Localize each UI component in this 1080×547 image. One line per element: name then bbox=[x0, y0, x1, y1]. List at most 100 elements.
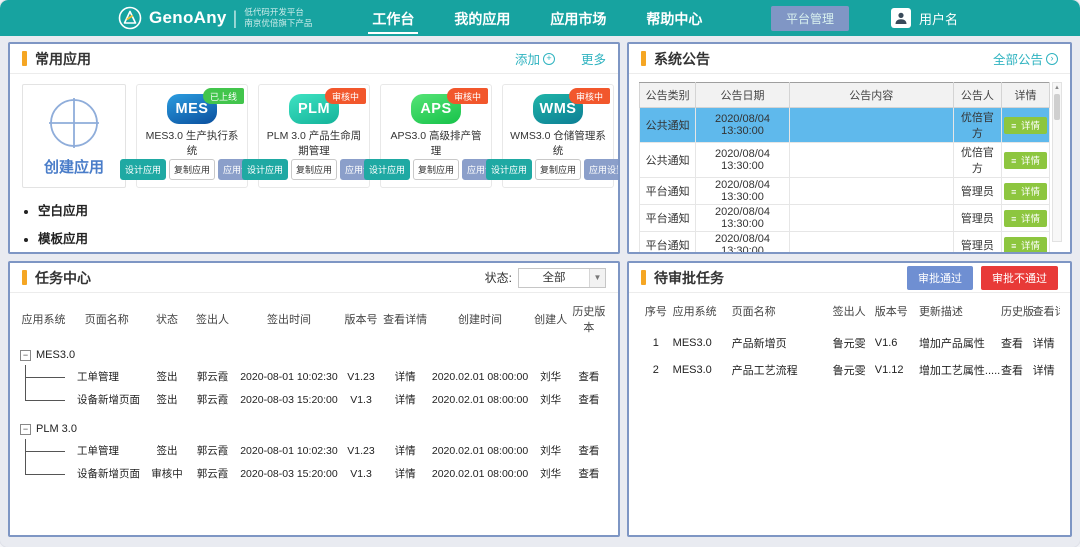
create-app-label: 创建应用 bbox=[44, 156, 104, 177]
task-group-name: PLM 3.0 bbox=[36, 423, 77, 435]
task-creator: 刘华 bbox=[532, 443, 570, 458]
task-page-name: 设备新增页面 bbox=[67, 392, 146, 407]
announcement-detail-button[interactable]: ≡ 详情 bbox=[1004, 117, 1047, 134]
app-card-title: MES3.0 生产执行系统 bbox=[142, 129, 242, 159]
nav-item-my-apps[interactable]: 我的应用 bbox=[452, 0, 512, 36]
app-settings-button[interactable]: 应用设置 bbox=[584, 159, 620, 180]
create-option-0[interactable]: 空白应用 bbox=[38, 200, 126, 219]
task-history-link[interactable]: 查看 bbox=[570, 369, 608, 384]
chevron-right-icon: › bbox=[1046, 53, 1058, 65]
ann-detail-cell: ≡ 详情 bbox=[1002, 178, 1050, 205]
user-avatar-icon bbox=[891, 8, 911, 28]
app-status-badge: 审核中 bbox=[325, 88, 366, 104]
task-row[interactable]: 设备新增页面审核中郭云霞2020-08-03 15:20:00V1.3详情202… bbox=[20, 462, 608, 485]
common-apps-body: 创建应用 空白应用模板应用 已上线MESMES3.0 生产执行系统设计应用复制应… bbox=[10, 74, 618, 254]
task-version: V1.3 bbox=[340, 394, 381, 406]
announcement-detail-button[interactable]: ≡ 详情 bbox=[1004, 237, 1047, 253]
task-detail-link[interactable]: 详情 bbox=[382, 466, 429, 481]
announcement-row[interactable]: 平台通知2020/08/04 13:30:00管理员≡ 详情 bbox=[640, 205, 1050, 232]
appr-col-header: 序号 bbox=[639, 303, 673, 319]
reject-button[interactable]: 审批不通过 bbox=[981, 266, 1058, 290]
copy-app-button[interactable]: 复制应用 bbox=[535, 159, 581, 180]
task-group-label: −MES3.0 bbox=[20, 345, 608, 365]
approval-row[interactable]: 2MES3.0产品工艺流程鲁元雯V1.12增加工艺属性......查看详情 bbox=[639, 356, 1060, 383]
task-history-link[interactable]: 查看 bbox=[570, 443, 608, 458]
announcement-row[interactable]: 公共通知2020/08/04 13:30:00优倍官方≡ 详情 bbox=[640, 108, 1050, 143]
task-created-time: 2020.02.01 08:00:00 bbox=[429, 394, 532, 406]
add-plus-icon: + bbox=[543, 53, 555, 65]
ann-content bbox=[789, 108, 953, 143]
platform-admin-button[interactable]: 平台管理 bbox=[771, 6, 849, 31]
approve-button[interactable]: 审批通过 bbox=[907, 266, 973, 290]
task-col-header: 查看详情 bbox=[382, 311, 429, 327]
create-option-1[interactable]: 模板应用 bbox=[38, 228, 126, 247]
task-version: V1.3 bbox=[340, 468, 381, 480]
ann-col-header: 公告类别 bbox=[640, 83, 696, 108]
app-card-title: APS3.0 高级排产管理 bbox=[386, 129, 486, 159]
announcement-detail-button[interactable]: ≡ 详情 bbox=[1004, 210, 1047, 227]
appr-detail-link[interactable]: 详情 bbox=[1033, 335, 1060, 351]
appr-no: 1 bbox=[639, 337, 673, 349]
design-app-button[interactable]: 设计应用 bbox=[486, 159, 532, 180]
task-row[interactable]: 设备新增页面签出郭云霞2020-08-03 15:20:00V1.3详情2020… bbox=[20, 388, 608, 411]
task-history-link[interactable]: 查看 bbox=[570, 392, 608, 407]
task-status: 签出 bbox=[146, 443, 187, 458]
task-history-link[interactable]: 查看 bbox=[570, 466, 608, 481]
copy-app-button[interactable]: 复制应用 bbox=[169, 159, 215, 180]
collapse-icon[interactable]: − bbox=[20, 424, 31, 435]
appr-version: V1.6 bbox=[875, 337, 919, 349]
task-page-name: 工单管理 bbox=[67, 443, 146, 458]
task-status: 审核中 bbox=[146, 466, 187, 481]
task-version: V1.23 bbox=[340, 371, 381, 383]
design-app-button[interactable]: 设计应用 bbox=[364, 159, 410, 180]
dashboard-grid: 常用应用 添加+ 更多 创建应用 bbox=[0, 36, 1080, 545]
list-icon: ≡ bbox=[1011, 214, 1016, 224]
collapse-icon[interactable]: − bbox=[20, 350, 31, 361]
design-app-button[interactable]: 设计应用 bbox=[120, 159, 166, 180]
user-menu[interactable]: 用户名 bbox=[891, 8, 958, 28]
ann-date: 2020/08/04 13:30:00 bbox=[696, 178, 789, 205]
task-row[interactable]: 工单管理签出郭云霞2020-08-01 10:02:30V1.23详情2020.… bbox=[20, 365, 608, 388]
task-status: 签出 bbox=[146, 392, 187, 407]
task-creator: 刘华 bbox=[532, 369, 570, 384]
appr-history-link[interactable]: 查看 bbox=[1001, 335, 1033, 351]
task-col-header: 状态 bbox=[146, 311, 187, 327]
nav-item-app-market[interactable]: 应用市场 bbox=[548, 0, 608, 36]
task-detail-link[interactable]: 详情 bbox=[382, 369, 429, 384]
announcement-detail-button[interactable]: ≡ 详情 bbox=[1004, 152, 1047, 169]
create-app-card[interactable]: 创建应用 bbox=[22, 84, 126, 188]
more-apps-link[interactable]: 更多 bbox=[581, 49, 606, 68]
app-card-title: PLM 3.0 产品生命周期管理 bbox=[264, 129, 364, 159]
appr-history-link[interactable]: 查看 bbox=[1001, 362, 1033, 378]
nav-item-help-center[interactable]: 帮助中心 bbox=[644, 0, 704, 36]
status-select-value: 全部 bbox=[519, 269, 589, 287]
announcements-table-header: 公告类别公告日期公告内容公告人详情 bbox=[640, 83, 1050, 108]
copy-app-button[interactable]: 复制应用 bbox=[291, 159, 337, 180]
announcement-row[interactable]: 平台通知2020/08/04 13:30:00管理员≡ 详情 bbox=[640, 178, 1050, 205]
task-col-header: 页面名称 bbox=[67, 311, 146, 327]
appr-col-header: 查看详情 bbox=[1033, 303, 1060, 319]
appr-detail-link[interactable]: 详情 bbox=[1033, 362, 1060, 378]
nav-item-workbench[interactable]: 工作台 bbox=[370, 0, 416, 36]
task-col-header: 签出时间 bbox=[238, 311, 341, 327]
task-detail-link[interactable]: 详情 bbox=[382, 443, 429, 458]
ann-date: 2020/08/04 13:30:00 bbox=[696, 232, 789, 253]
add-app-link[interactable]: 添加+ bbox=[515, 49, 555, 68]
announcement-row[interactable]: 公共通知2020/08/04 13:30:00优倍官方≡ 详情 bbox=[640, 143, 1050, 178]
appr-col-header: 版本号 bbox=[875, 303, 919, 319]
status-select[interactable]: 全部 ▼ bbox=[518, 268, 606, 288]
scrollbar-thumb[interactable] bbox=[1054, 94, 1060, 120]
ann-publisher: 优倍官方 bbox=[953, 143, 1001, 178]
all-announcements-link[interactable]: 全部公告› bbox=[993, 49, 1058, 68]
scroll-up-arrow-icon[interactable]: ▲ bbox=[1053, 83, 1061, 93]
copy-app-button[interactable]: 复制应用 bbox=[413, 159, 459, 180]
approval-row[interactable]: 1MES3.0产品新增页鲁元雯V1.6增加产品属性查看详情 bbox=[639, 329, 1060, 356]
announcements-header: 系统公告 全部公告› bbox=[629, 44, 1070, 74]
announcements-scrollbar[interactable]: ▲ bbox=[1052, 82, 1062, 242]
task-row[interactable]: 工单管理签出郭云霞2020-08-01 10:02:30V1.23详情2020.… bbox=[20, 439, 608, 462]
design-app-button[interactable]: 设计应用 bbox=[242, 159, 288, 180]
task-detail-link[interactable]: 详情 bbox=[382, 392, 429, 407]
announcement-detail-button[interactable]: ≡ 详情 bbox=[1004, 183, 1047, 200]
announcement-row[interactable]: 平台通知2020/08/04 13:30:00管理员≡ 详情 bbox=[640, 232, 1050, 253]
main-nav-menu: 工作台我的应用应用市场帮助中心 bbox=[370, 0, 740, 36]
